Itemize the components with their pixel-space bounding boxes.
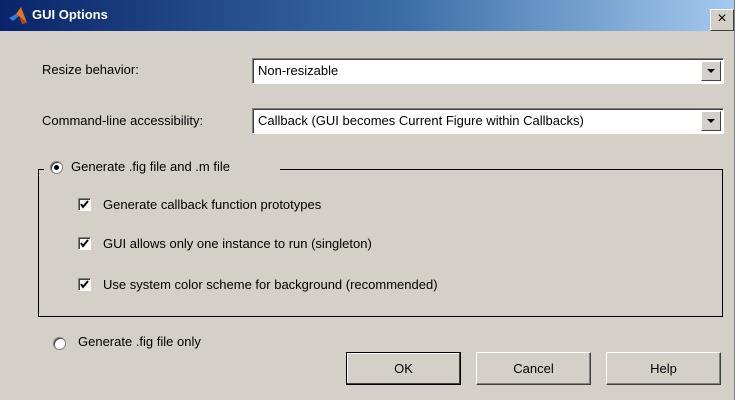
- matlab-logo-icon: [8, 6, 28, 26]
- generate-fig-only-label[interactable]: Generate .fig file only: [78, 334, 201, 349]
- callback-prototypes-label[interactable]: Generate callback function prototypes: [103, 197, 321, 212]
- chevron-down-icon[interactable]: [701, 111, 721, 131]
- ok-button[interactable]: OK: [346, 352, 461, 385]
- generate-fig-and-m-label: Generate .fig file and .m file: [71, 159, 230, 174]
- close-button[interactable]: ×: [710, 9, 734, 31]
- singleton-checkbox[interactable]: [78, 237, 91, 250]
- resize-behavior-value: Non-resizable: [258, 63, 339, 78]
- checkmark-icon: [80, 239, 89, 248]
- singleton-label[interactable]: GUI allows only one instance to run (sin…: [103, 236, 372, 251]
- resize-behavior-select[interactable]: Non-resizable: [252, 58, 724, 84]
- command-line-accessibility-select[interactable]: Callback (GUI becomes Current Figure wit…: [252, 108, 724, 134]
- cancel-button[interactable]: Cancel: [476, 352, 591, 385]
- command-line-accessibility-label: Command-line accessibility:: [42, 113, 204, 128]
- window-title: GUI Options: [32, 7, 108, 22]
- checkmark-icon: [80, 200, 89, 209]
- command-line-accessibility-value: Callback (GUI becomes Current Figure wit…: [258, 113, 584, 128]
- generate-fig-only-radio[interactable]: [53, 337, 66, 350]
- gui-options-dialog: GUI Options × Resize behavior: Non-resiz…: [0, 0, 735, 400]
- help-button[interactable]: Help: [606, 352, 721, 385]
- generate-fig-and-m-radio[interactable]: [50, 161, 63, 174]
- checkmark-icon: [80, 280, 89, 289]
- system-color-scheme-label[interactable]: Use system color scheme for background (…: [103, 277, 438, 292]
- resize-behavior-label: Resize behavior:: [42, 62, 139, 77]
- title-bar[interactable]: GUI Options ×: [0, 0, 734, 31]
- chevron-down-icon[interactable]: [701, 61, 721, 81]
- generate-fig-and-m-option[interactable]: Generate .fig file and .m file: [44, 158, 280, 178]
- callback-prototypes-checkbox[interactable]: [78, 198, 91, 211]
- system-color-scheme-checkbox[interactable]: [78, 278, 91, 291]
